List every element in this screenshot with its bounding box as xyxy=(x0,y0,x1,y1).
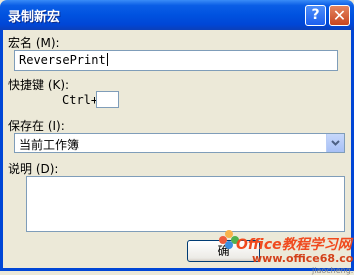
chevron-down-icon xyxy=(331,140,340,146)
watermark: Office教程学习网 www.office68.com jiaocheng.c… xyxy=(218,228,354,275)
title-bar[interactable]: 录制新宏 ? ✕ xyxy=(0,0,354,30)
watermark-url: www.office68.com xyxy=(252,252,354,265)
help-button[interactable]: ? xyxy=(305,5,326,26)
help-icon: ? xyxy=(311,7,320,23)
macro-name-label: 宏名 (M): xyxy=(8,36,60,50)
description-textarea[interactable] xyxy=(26,176,345,232)
shortcut-label: 快捷键 (K): xyxy=(8,78,70,92)
close-icon: ✕ xyxy=(332,6,347,25)
shortcut-key-input[interactable] xyxy=(96,91,119,108)
store-in-dropdown[interactable]: 当前工作簿 xyxy=(14,133,345,153)
shortcut-prefix: Ctrl+ xyxy=(62,93,99,107)
text-caret xyxy=(106,53,108,66)
macro-name-value: ReversePrint xyxy=(19,53,106,67)
store-in-label: 保存在 (I): xyxy=(8,119,65,133)
dropdown-arrow-button[interactable] xyxy=(326,134,344,152)
macro-name-input[interactable]: ReversePrint xyxy=(14,50,338,71)
description-label: 说明 (D): xyxy=(8,162,59,176)
dialog-title: 录制新宏 xyxy=(8,10,61,25)
record-macro-dialog: 录制新宏 ? ✕ 宏名 (M): ReversePrint 快捷键 (K): C… xyxy=(0,0,354,275)
store-in-value: 当前工作簿 xyxy=(19,138,80,152)
watermark-brand: Office教程学习网 xyxy=(236,237,352,253)
close-button[interactable]: ✕ xyxy=(329,5,350,26)
